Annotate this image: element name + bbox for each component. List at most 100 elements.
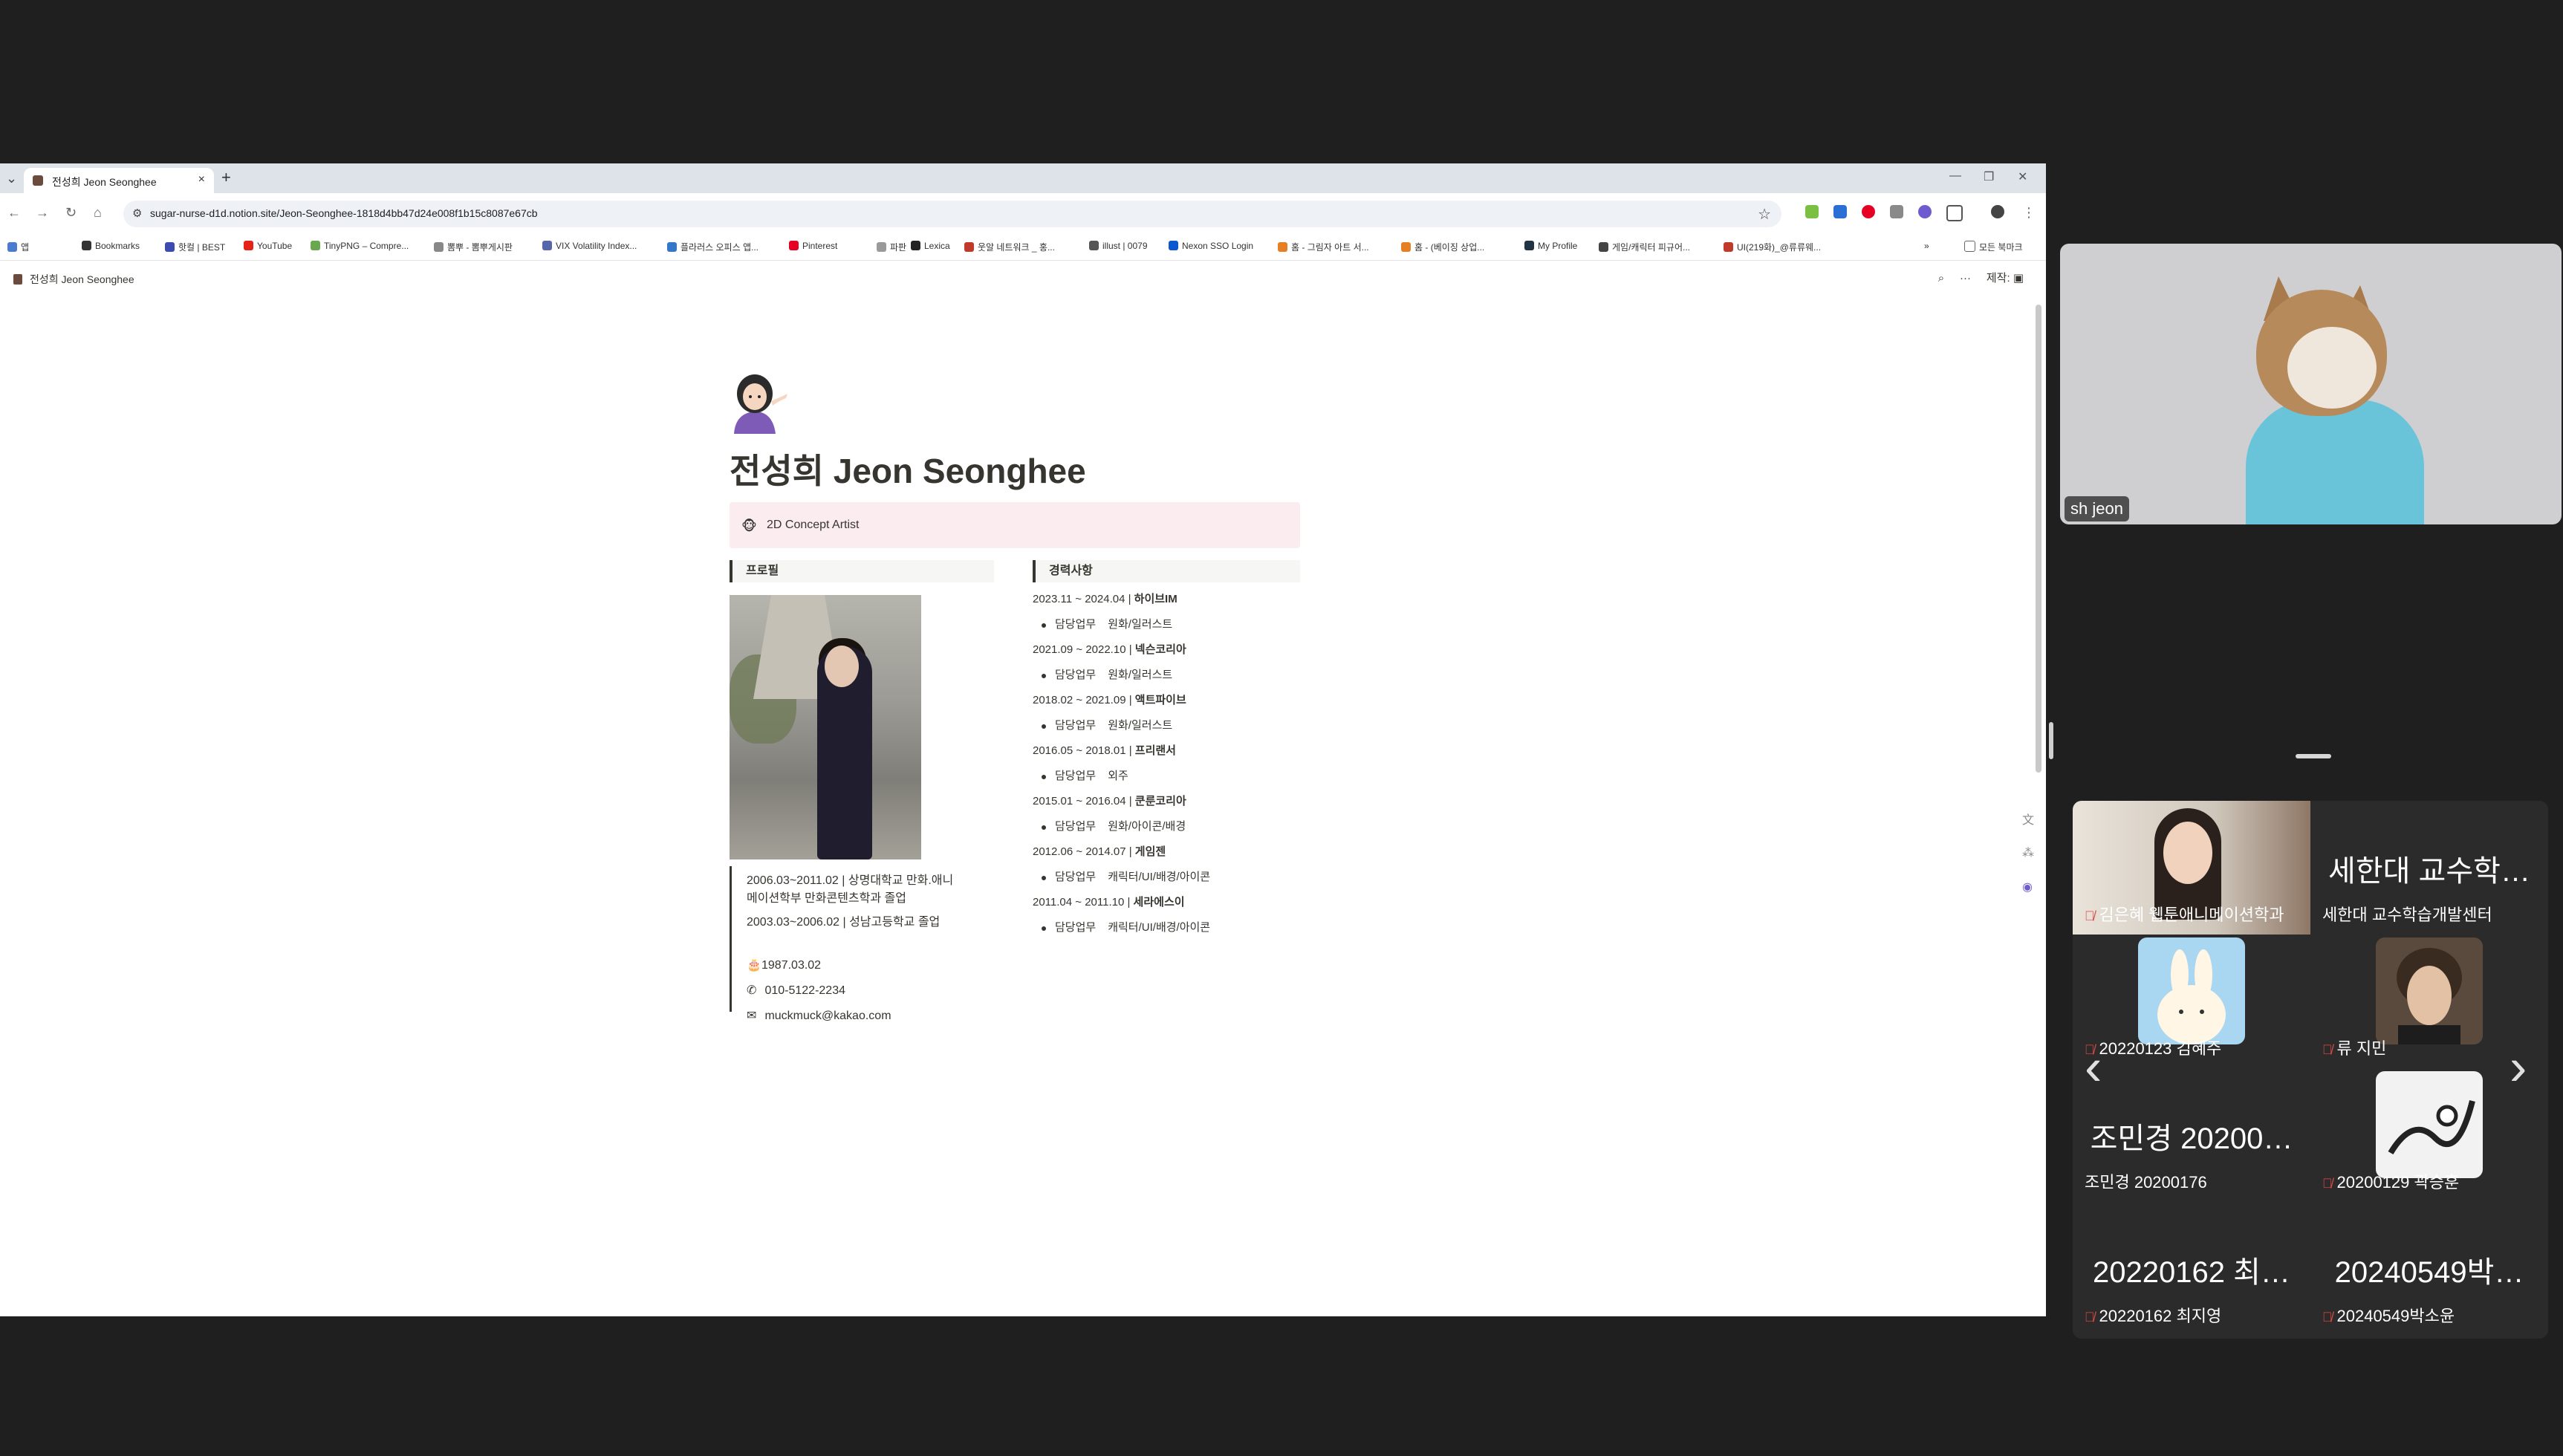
notion-logo-icon[interactable]: ▣ — [2013, 272, 2024, 285]
monkey-icon: 🐵 — [741, 519, 757, 533]
camera-icon[interactable] — [1890, 205, 1903, 218]
bookmark-item[interactable]: My Profile — [1524, 241, 1577, 251]
bookmark-label: YouTube — [257, 241, 293, 251]
panel-resize-handle[interactable] — [2049, 722, 2053, 759]
avatar-hoodie — [2246, 400, 2424, 524]
bookmark-favicon-icon — [311, 241, 320, 250]
participant-tile[interactable]: 세한대 교수학… 세한대 교수학습개발센터 — [2310, 801, 2548, 935]
participant-tile[interactable]: 조민경 20200… 조민경 20200176 — [2073, 1068, 2310, 1202]
made-with-label[interactable]: 제작: — [1987, 272, 2010, 285]
bookmark-item[interactable]: TinyPNG – Compre... — [311, 241, 409, 251]
bookmarks-overflow-button[interactable]: » — [1924, 241, 1929, 251]
drag-handle[interactable] — [2296, 754, 2331, 758]
cat-avatar-face — [2287, 327, 2377, 409]
participant-name-tag: 🎙̸ 20240549박소윤 — [2322, 1303, 2455, 1327]
bookmark-item[interactable]: 앱 — [7, 241, 29, 253]
bookmark-item[interactable]: Nexon SSO Login — [1169, 241, 1253, 251]
search-icon[interactable]: ⌕ — [1938, 272, 1944, 285]
bookmark-label: Nexon SSO Login — [1182, 241, 1254, 251]
shield-icon[interactable] — [1833, 205, 1847, 218]
bookmark-item[interactable]: 홈 - 그림자 아트 서... — [1278, 241, 1369, 253]
bookmark-item[interactable]: 플라러스 오피스 앱... — [667, 241, 758, 253]
career-period: 2018.02 ~ 2021.09 | — [1033, 694, 1135, 706]
bookmark-item[interactable]: VIX Volatility Index... — [542, 241, 637, 251]
breadcrumb-label: 전성희 Jeon Seonghee — [30, 273, 134, 285]
bookmark-item[interactable]: Lexica — [911, 241, 950, 251]
profile-photo[interactable] — [730, 595, 921, 859]
profile-column: 프로필 2006.03~2011.02 | 상명대학교 만화.애니 메이션학부 … — [730, 560, 994, 1022]
bookmark-item[interactable]: 파판 — [877, 241, 906, 253]
bookmark-item[interactable]: UI(219화)_@류류웨... — [1724, 241, 1821, 253]
bookmark-favicon-icon — [434, 242, 444, 252]
previous-page-icon[interactable]: ‹ — [2085, 1037, 2102, 1096]
reload-icon[interactable]: ↻ — [65, 205, 77, 221]
bookmark-item[interactable]: YouTube — [244, 241, 292, 251]
bookmark-item[interactable]: 웃알 네트워크 _ 홍... — [964, 241, 1055, 253]
bookmark-item[interactable]: 핫컬 | BEST — [165, 241, 225, 253]
participant-tile[interactable]: 🎙̸ 20220123 김혜주 — [2073, 935, 2310, 1068]
kebab-menu-icon[interactable]: ⋮ — [2022, 205, 2036, 221]
forward-icon[interactable]: → — [36, 205, 49, 221]
next-page-icon[interactable]: › — [2510, 1037, 2527, 1096]
translate-icon[interactable]: 文 — [2022, 810, 2034, 828]
participant-tile[interactable]: 20220162 최… 🎙̸ 20220162 최지영 — [2073, 1202, 2310, 1336]
career-duty: 담당업무 외주 — [1033, 764, 1300, 789]
bookmark-item[interactable]: illust | 0079 — [1089, 241, 1148, 251]
participant-tile[interactable]: 20240549박… 🎙̸ 20240549박소윤 — [2310, 1202, 2548, 1336]
bookmark-item[interactable]: 홈 - (베이징 상업... — [1401, 241, 1484, 253]
bookmark-item[interactable]: Bookmarks — [82, 241, 140, 251]
bookmark-favicon-icon — [7, 242, 17, 252]
window-close-icon[interactable]: ✕ — [2018, 169, 2027, 184]
career-period: 2023.11 ~ 2024.04 | — [1033, 593, 1134, 605]
tab-close-icon[interactable]: × — [198, 173, 205, 186]
all-bookmarks-button[interactable]: 모든 북마크 — [1964, 241, 2023, 253]
back-icon[interactable]: ← — [7, 205, 21, 221]
participant-grid: 🎙̸ 김은혜 웹툰애니메이션학과 세한대 교수학… 세한대 교수학습개발센터 🎙̸ 202… — [2073, 801, 2548, 1339]
url-text[interactable]: sugar-nurse-d1d.notion.site/Jeon-Seonghe… — [150, 207, 538, 219]
birthdate-value: 1987.03.02 — [761, 959, 822, 972]
assistant-icon[interactable]: ◉ — [2022, 880, 2033, 894]
bookmark-favicon-icon — [789, 241, 799, 250]
puzzle-icon[interactable] — [1946, 205, 1963, 221]
career-entry: 2012.06 ~ 2014.07 | 게임젠 — [1033, 839, 1300, 865]
bookmark-star-icon[interactable]: ☆ — [1758, 205, 1771, 224]
new-tab-button[interactable]: + — [221, 168, 231, 187]
career-entry: 2021.09 ~ 2022.10 | 넥슨코리아 — [1033, 637, 1300, 663]
duty-value: 캐릭터/UI/배경/아이콘 — [1108, 921, 1211, 934]
home-icon[interactable]: ⌂ — [94, 205, 102, 221]
more-icon[interactable]: ··· — [1960, 272, 1971, 285]
pinterest-icon[interactable] — [1862, 205, 1875, 218]
tab-active[interactable]: 전성희 Jeon Seonghee × — [24, 168, 214, 193]
birthdate: 🎂1987.03.02 — [747, 957, 821, 975]
participant-display-name: 20220162 최… — [2093, 1256, 2290, 1289]
extension-icon[interactable] — [1805, 205, 1819, 218]
profile-avatar[interactable] — [1991, 205, 2004, 218]
career-entry: 2018.02 ~ 2021.09 | 액트파이브 — [1033, 688, 1300, 713]
bookmark-item[interactable]: Pinterest — [789, 241, 837, 251]
career-company: 쿤룬코리아 — [1134, 795, 1186, 807]
participant-name: 조민경 20200176 — [2085, 1173, 2207, 1192]
participant-name: 20240549박소윤 — [2336, 1307, 2455, 1325]
apps-icon[interactable]: ⁂ — [2022, 845, 2034, 860]
address-bar[interactable]: ⚙ sugar-nurse-d1d.notion.site/Jeon-Seong… — [123, 201, 1781, 227]
career-company: 하이브IM — [1134, 593, 1177, 605]
site-info-icon[interactable]: ⚙ — [132, 207, 142, 220]
scrollbar[interactable] — [2036, 305, 2041, 773]
career-company: 게임젠 — [1134, 845, 1166, 858]
participant-photo — [2376, 937, 2483, 1044]
career-duty: 담당업무 캐릭터/UI/배경/아이콘 — [1033, 915, 1300, 940]
tab-search-icon[interactable]: ⌄ — [6, 171, 17, 186]
participant-tile[interactable]: 🎙̸ 김은혜 웹툰애니메이션학과 — [2073, 801, 2310, 935]
bookmark-label: My Profile — [1538, 241, 1578, 251]
bookmark-item[interactable]: 뽐뿌 - 뽐뿌게시판 — [434, 241, 513, 253]
breadcrumb[interactable]: 전성희 Jeon Seonghee — [13, 272, 134, 287]
extension-icon[interactable] — [1918, 205, 1932, 218]
participant-name-tag: 🎙̸ 20220123 김혜주 — [2085, 1036, 2221, 1059]
restore-icon[interactable]: ❐ — [1984, 169, 1994, 184]
duty-label: 담당업무 — [1055, 921, 1097, 934]
bookmark-label: TinyPNG – Compre... — [324, 241, 409, 251]
participant-name: 류 지민 — [2336, 1039, 2387, 1058]
bookmark-item[interactable]: 게임/캐릭터 피규어... — [1599, 241, 1690, 253]
participant-name: 20220162 최지영 — [2099, 1307, 2222, 1325]
minimize-icon[interactable]: — — [1949, 169, 1961, 183]
